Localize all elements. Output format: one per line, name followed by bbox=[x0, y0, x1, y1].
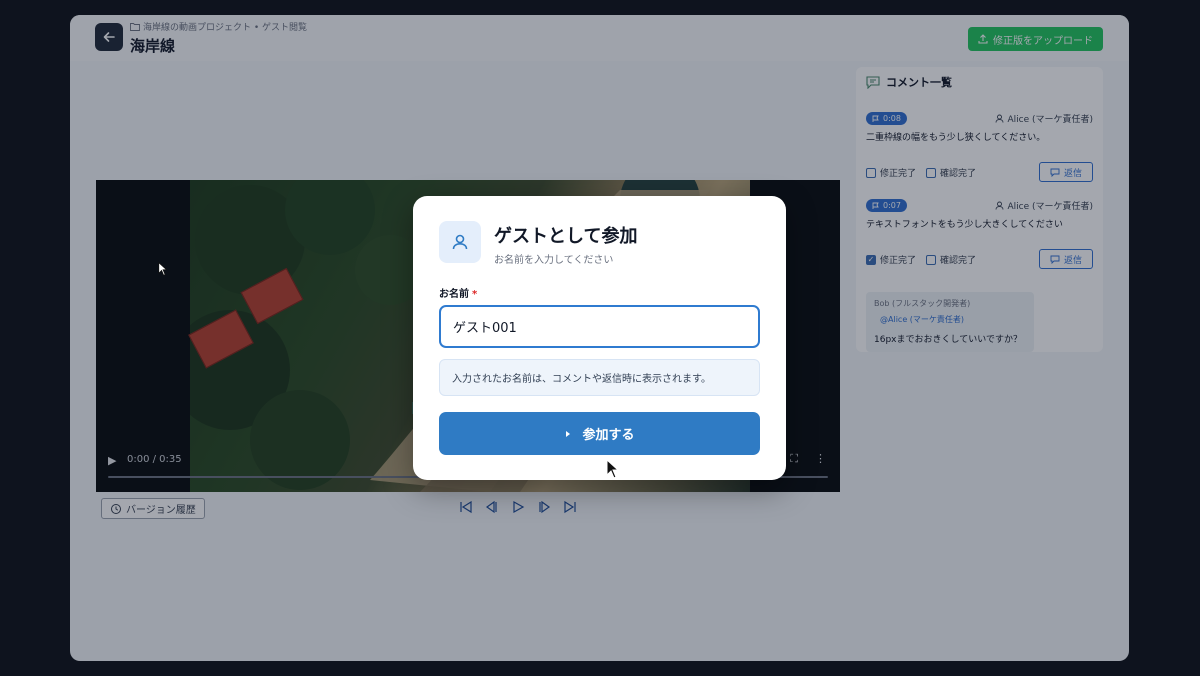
join-button[interactable]: 参加する bbox=[439, 412, 760, 455]
guest-join-dialog: ゲストとして参加 お名前を入力してください お名前* 入力されたお名前は、コメン… bbox=[413, 196, 786, 480]
mouse-cursor-icon bbox=[606, 459, 620, 479]
required-mark: * bbox=[472, 289, 478, 300]
dialog-subtitle: お名前を入力してください bbox=[494, 255, 614, 266]
caret-right-icon bbox=[566, 430, 571, 437]
name-info-note: 入力されたお名前は、コメントや返信時に表示されます。 bbox=[439, 359, 760, 396]
dialog-title: ゲストとして参加 bbox=[494, 226, 638, 247]
user-icon bbox=[439, 221, 481, 263]
mouse-cursor-icon bbox=[158, 262, 168, 276]
name-field-label: お名前 * bbox=[439, 289, 478, 300]
name-input[interactable] bbox=[439, 305, 760, 348]
join-label: 参加する bbox=[582, 428, 635, 443]
